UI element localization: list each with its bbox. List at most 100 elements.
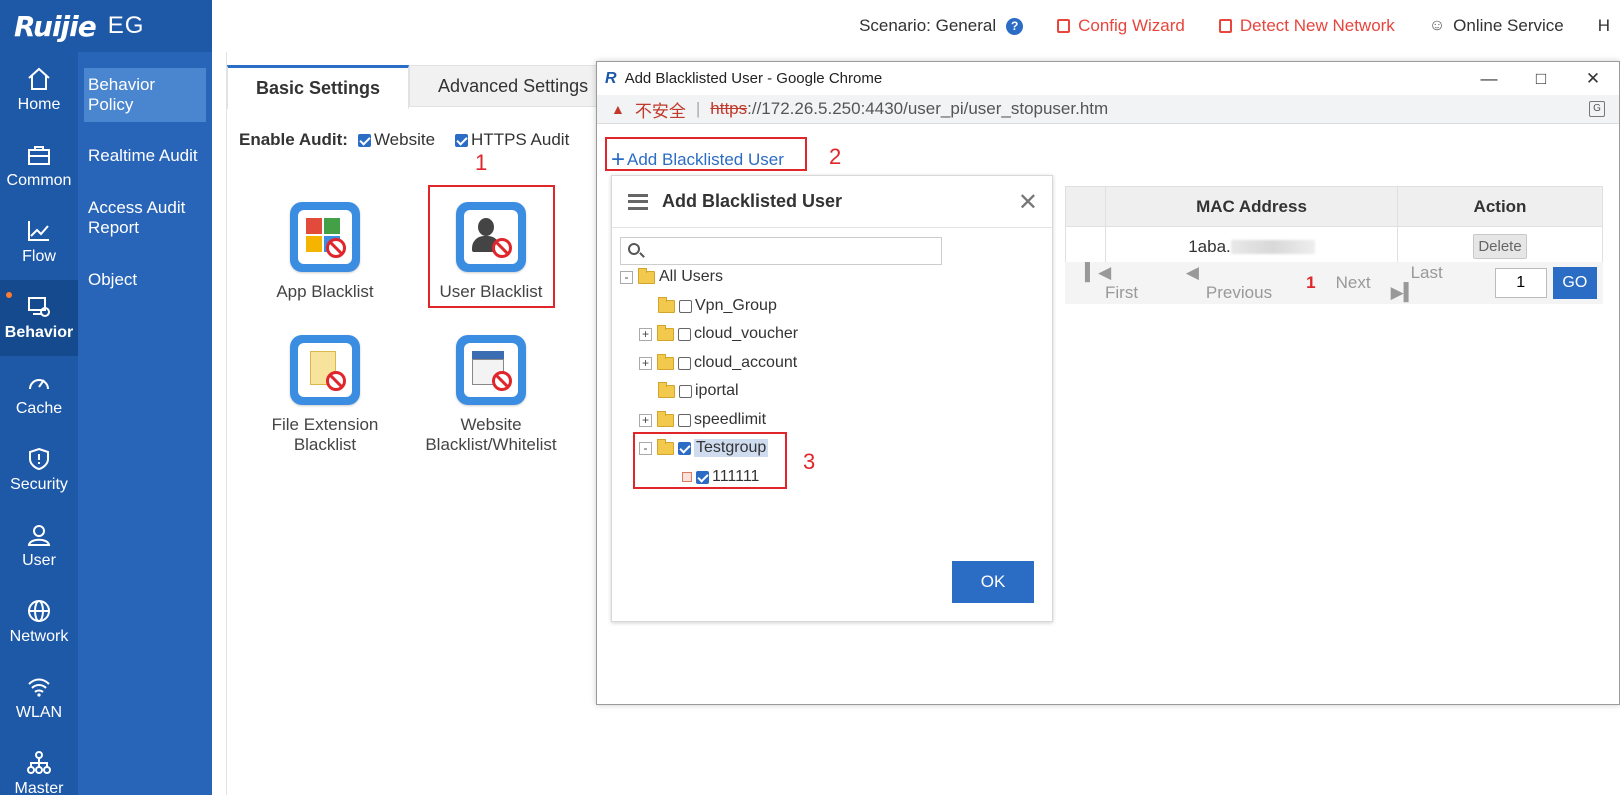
tab-advanced-settings[interactable]: Advanced Settings (409, 65, 617, 107)
maximize-button[interactable]: □ (1515, 62, 1567, 95)
dialog-close-icon[interactable]: ✕ (1018, 188, 1038, 217)
expand-icon[interactable]: + (639, 414, 652, 427)
tree-node-all-users[interactable]: - All Users (620, 264, 723, 290)
help-icon[interactable]: ? (1006, 18, 1023, 35)
tree-checkbox[interactable] (679, 385, 692, 398)
go-button[interactable]: GO (1553, 267, 1597, 299)
table-cell-hidden (1066, 227, 1106, 267)
tree-checkbox[interactable] (678, 328, 691, 341)
table-header-row: MAC Address Action (1066, 187, 1603, 227)
subnav-object[interactable]: Object (78, 270, 212, 290)
ruijie-logo: Ruijie (14, 10, 96, 43)
ok-button[interactable]: OK (952, 561, 1034, 603)
main-nav: Home Common Flow Behavior Cache Security (0, 52, 78, 795)
detect-network-label: Detect New Network (1240, 16, 1395, 36)
mac-address-value: 1aba. (1188, 237, 1231, 256)
blacklist-table: MAC Address Action 1aba. Delete (1065, 186, 1603, 267)
website-blacklist-tile[interactable]: Website Blacklist/Whitelist (411, 335, 571, 455)
file-extension-blacklist-tile[interactable]: File Extension Blacklist (245, 335, 405, 455)
nav-behavior[interactable]: Behavior (0, 280, 78, 356)
previous-page-label: Previous (1206, 283, 1272, 302)
tree-node-vpn-group[interactable]: Vpn_Group (658, 293, 777, 319)
tree-node-label: cloud_voucher (694, 325, 798, 343)
nav-network[interactable]: Network (0, 584, 78, 660)
online-service-link[interactable]: ☺ Online Service (1429, 16, 1564, 36)
last-page-label: Last (1411, 263, 1443, 282)
minimize-button[interactable]: — (1463, 62, 1515, 95)
scenario-value: General (936, 16, 996, 36)
first-page-label: First (1105, 283, 1138, 302)
subnav-realtime-audit[interactable]: Realtime Audit (78, 146, 212, 166)
expand-icon[interactable]: + (639, 357, 652, 370)
nav-home[interactable]: Home (0, 52, 78, 128)
annotation-box-2 (605, 137, 807, 171)
page-number-input[interactable] (1495, 268, 1547, 298)
tree-checkbox[interactable] (679, 300, 692, 313)
nav-flow[interactable]: Flow (0, 204, 78, 280)
search-icon (628, 243, 640, 255)
address-separator: | (696, 99, 700, 119)
website-blacklist-label: Website Blacklist/Whitelist (416, 415, 566, 455)
translate-icon[interactable]: G (1589, 101, 1605, 117)
tree-checkbox[interactable] (678, 414, 691, 427)
nav-cache-label: Cache (16, 400, 62, 418)
tree-node-label: cloud_account (694, 354, 797, 372)
detect-network-link[interactable]: Detect New Network (1219, 16, 1395, 36)
app-blacklist-tile[interactable]: App Blacklist (245, 202, 405, 302)
tree-node-label: speedlimit (694, 411, 766, 429)
address-bar[interactable]: ▲ 不安全 | https ://172.26.5.250:4430/user_… (597, 95, 1619, 124)
next-page-button[interactable]: Next (1336, 273, 1371, 293)
online-service-label: Online Service (1453, 16, 1564, 36)
url-scheme: https (710, 99, 747, 119)
mac-address-cell: 1aba. (1106, 227, 1398, 267)
behavior-icon (26, 294, 52, 320)
nav-flow-label: Flow (22, 248, 56, 266)
first-page-button[interactable]: ▍◀ First (1085, 263, 1166, 303)
url-text: ://172.26.5.250:4430/user_pi/user_stopus… (747, 99, 1108, 119)
dialog-header: Add Blacklisted User ✕ (612, 176, 1052, 228)
action-cell: Delete (1398, 227, 1603, 267)
last-page-button[interactable]: Last ▶▍ (1391, 263, 1471, 303)
annotation-number-3: 3 (803, 449, 815, 475)
ruijie-favicon-icon: R (605, 70, 617, 88)
config-wizard-link[interactable]: Config Wizard (1057, 16, 1185, 36)
tree-search-input[interactable] (620, 237, 942, 265)
briefcase-icon (26, 142, 52, 168)
nav-home-label: Home (18, 96, 61, 114)
collapse-icon[interactable]: - (620, 271, 633, 284)
shield-icon (26, 446, 52, 472)
nav-wlan[interactable]: WLAN (0, 660, 78, 736)
nav-security-label: Security (10, 476, 68, 494)
https-audit-checkbox[interactable] (455, 134, 468, 147)
tree-node-speedlimit[interactable]: + speedlimit (639, 407, 766, 433)
user-icon (26, 522, 52, 548)
brand-logo[interactable]: Ruijie EG (0, 0, 212, 52)
nav-security[interactable]: Security (0, 432, 78, 508)
nav-common[interactable]: Common (0, 128, 78, 204)
wifi-icon (26, 674, 52, 700)
tree-node-cloud-account[interactable]: + cloud_account (639, 350, 797, 376)
annotation-number-1: 1 (475, 150, 487, 176)
product-name: EG (108, 12, 145, 40)
tree-checkbox[interactable] (678, 357, 691, 370)
nav-cache[interactable]: Cache (0, 356, 78, 432)
annotation-number-2: 2 (829, 144, 841, 170)
window-close-button[interactable]: ✕ (1567, 62, 1619, 95)
expand-icon[interactable]: + (639, 328, 652, 341)
topbar-overflow[interactable]: H (1598, 16, 1610, 36)
subnav-access-audit-report[interactable]: Access Audit Report (78, 198, 212, 238)
nav-user-label: User (22, 552, 56, 570)
folder-icon (657, 328, 674, 341)
previous-page-button[interactable]: ◀ Previous (1186, 263, 1286, 303)
website-checkbox[interactable] (358, 134, 371, 147)
tree-node-cloud-voucher[interactable]: + cloud_voucher (639, 321, 798, 347)
nav-master[interactable]: Master (0, 736, 78, 812)
support-icon: ☺ (1429, 17, 1445, 35)
subnav-behavior-policy[interactable]: Behavior Policy (84, 68, 206, 122)
tree-node-label: Vpn_Group (695, 297, 777, 315)
delete-button[interactable]: Delete (1473, 234, 1526, 259)
nav-user[interactable]: User (0, 508, 78, 584)
gauge-icon (26, 370, 52, 396)
tab-basic-settings[interactable]: Basic Settings (227, 65, 409, 109)
tree-node-iportal[interactable]: iportal (658, 378, 739, 404)
